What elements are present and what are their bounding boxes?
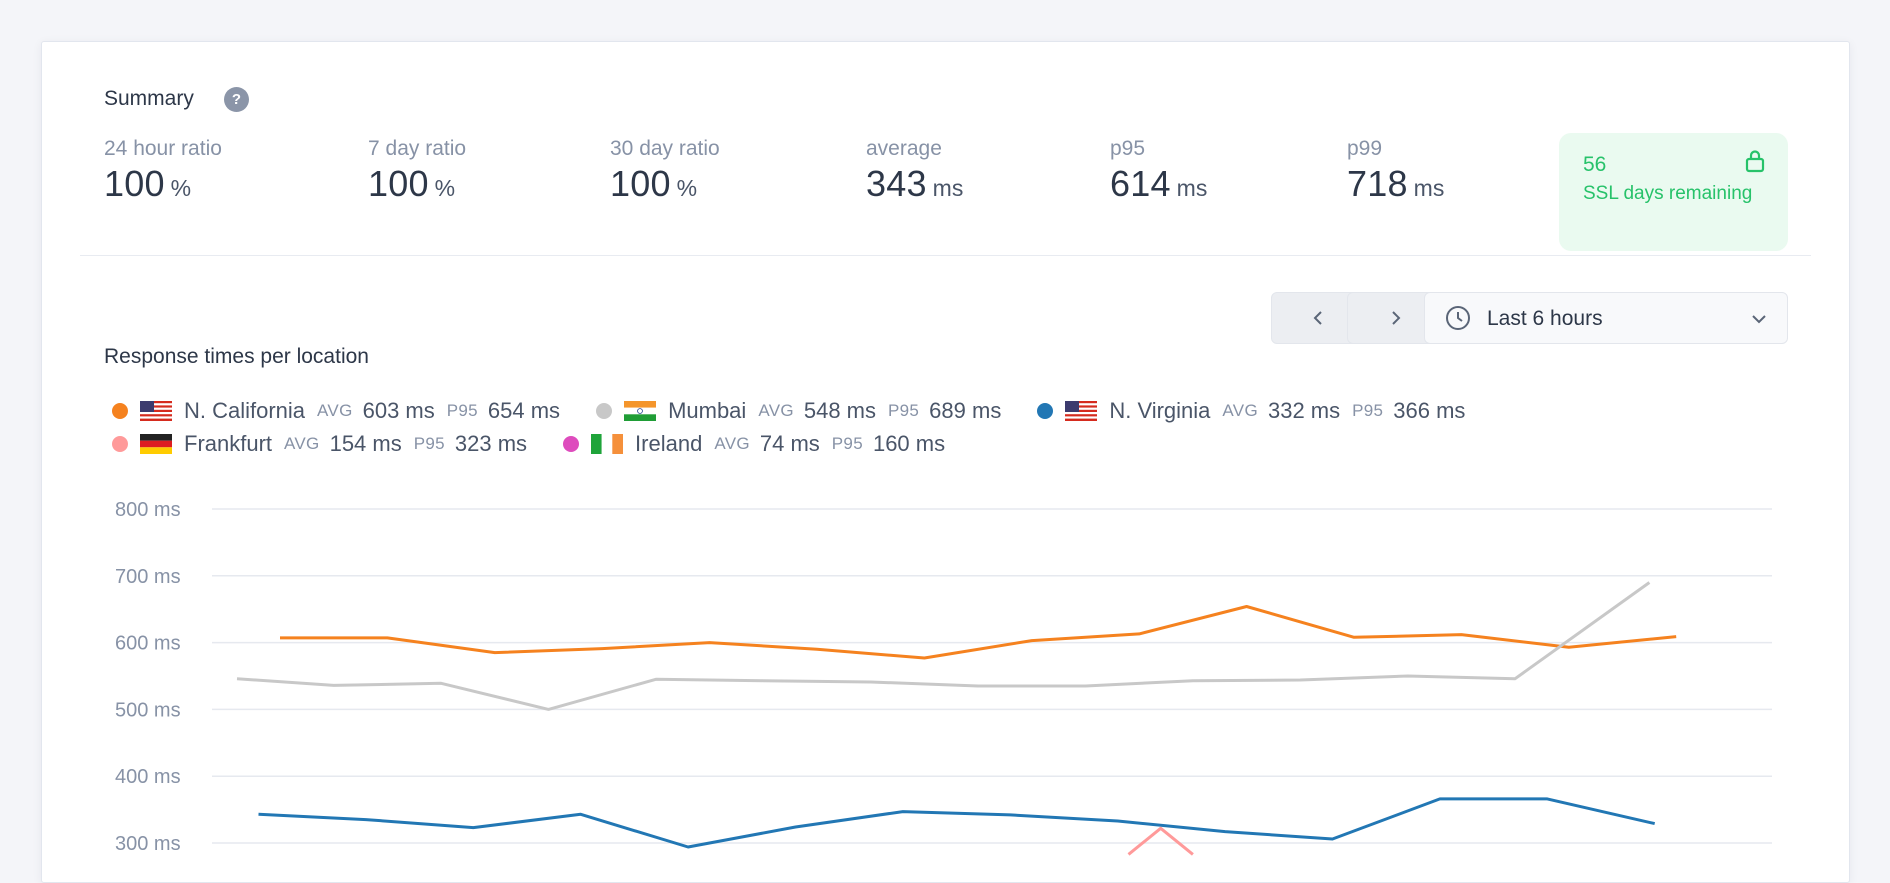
- response-time-chart: 800 ms700 ms600 ms500 ms400 ms300 ms: [115, 499, 1772, 856]
- series-line-n-virginia: [258, 797, 1656, 849]
- series-line-frankfurt: [1127, 826, 1194, 856]
- y-tick-label: 600 ms: [115, 633, 181, 655]
- y-tick-label: 700 ms: [115, 566, 181, 588]
- summary-card: Summary ? 24 hour ratio 100% 7 day ratio…: [41, 41, 1850, 883]
- y-tick-label: 400 ms: [115, 766, 181, 788]
- series-line-n-california: [280, 605, 1677, 660]
- y-tick-label: 800 ms: [115, 499, 181, 521]
- y-tick-label: 500 ms: [115, 699, 181, 721]
